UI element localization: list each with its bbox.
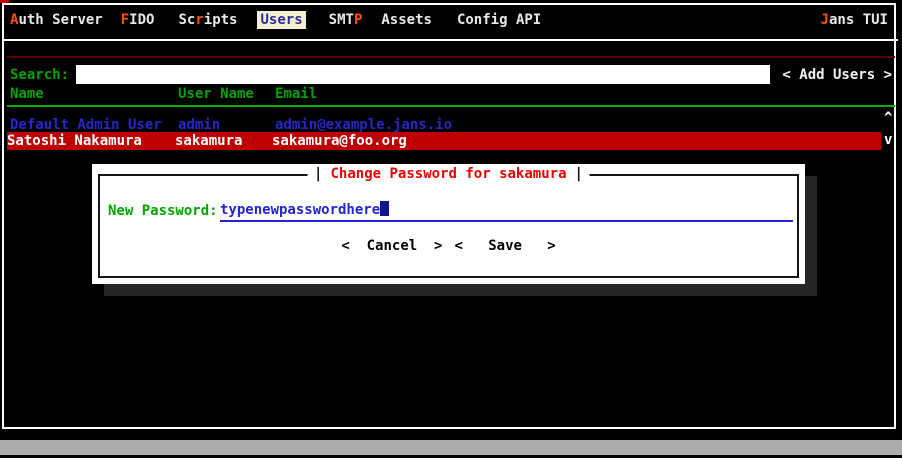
dialog-title: |Change Password for sakamura|: [307, 165, 590, 183]
header-name: Name: [10, 85, 44, 103]
change-password-dialog: |Change Password for sakamura| New Passw…: [92, 164, 805, 284]
menu-bar: Auth Server FIDO Scripts Users SMTP Asse…: [10, 11, 888, 29]
menu-label-part: Assets: [381, 12, 432, 28]
new-password-value: typenewpasswordhere: [220, 202, 380, 218]
menu-item-users-active[interactable]: Users: [257, 11, 305, 29]
menu-label-part: Sc: [178, 12, 195, 28]
app-title-accent-char: J: [821, 12, 829, 28]
search-label: Search:: [10, 66, 69, 84]
header-underline: [7, 105, 895, 107]
text-cursor: [380, 201, 389, 216]
menu-item-fido[interactable]: FIDO: [121, 11, 155, 29]
header-email: Email: [275, 85, 317, 103]
menu-label-part: ipts: [204, 12, 238, 28]
dialog-border: [98, 174, 799, 278]
search-input[interactable]: [76, 65, 770, 84]
menu-accent-char: F: [121, 12, 129, 28]
menu-item-auth-server[interactable]: Auth Server: [10, 11, 103, 29]
new-password-input[interactable]: typenewpasswordhere: [220, 201, 793, 222]
new-password-label: New Password:: [108, 202, 218, 220]
menu-label-part: IDO: [129, 12, 154, 28]
title-pipe: |: [575, 166, 583, 182]
menu-accent-char: r: [195, 12, 203, 28]
menu-item-config-api[interactable]: Config API: [457, 11, 541, 29]
panel-top-rule: [7, 56, 895, 58]
menu-item-smtp[interactable]: SMTP: [329, 11, 363, 29]
bottom-scrollbar[interactable]: [0, 440, 902, 455]
add-users-button[interactable]: < Add Users >: [782, 66, 892, 84]
menu-accent-char: P: [354, 12, 362, 28]
cell-name: Satoshi Nakamura: [7, 132, 142, 150]
dialog-title-text: Change Password for sakamura: [322, 166, 574, 182]
app-title-part: ans TUI: [829, 12, 888, 28]
app-title: Jans TUI: [821, 11, 888, 29]
menu-label-part: uth Server: [18, 12, 102, 28]
jans-tui-window: Auth Server FIDO Scripts Users SMTP Asse…: [0, 0, 902, 458]
menu-label-part: Users: [260, 12, 302, 28]
save-button[interactable]: < Save >: [455, 237, 556, 255]
menu-label-part: SMT: [329, 12, 354, 28]
dialog-button-row: < Cancel > < Save >: [92, 237, 805, 255]
scroll-up-indicator[interactable]: ^: [884, 109, 892, 127]
table-row-selected[interactable]: Satoshi Nakamura sakamura sakamura@foo.o…: [7, 132, 881, 150]
menu-item-scripts[interactable]: Scripts: [178, 11, 237, 29]
menu-item-assets[interactable]: Assets: [381, 11, 432, 29]
menu-label-part: Config API: [457, 12, 541, 28]
menu-separator-line: [4, 39, 898, 41]
cancel-button[interactable]: < Cancel >: [341, 237, 442, 255]
header-username: User Name: [178, 85, 254, 103]
scroll-down-indicator[interactable]: v: [884, 131, 892, 149]
cell-username: sakamura: [175, 132, 242, 150]
cell-email: sakamura@foo.org: [272, 132, 407, 150]
